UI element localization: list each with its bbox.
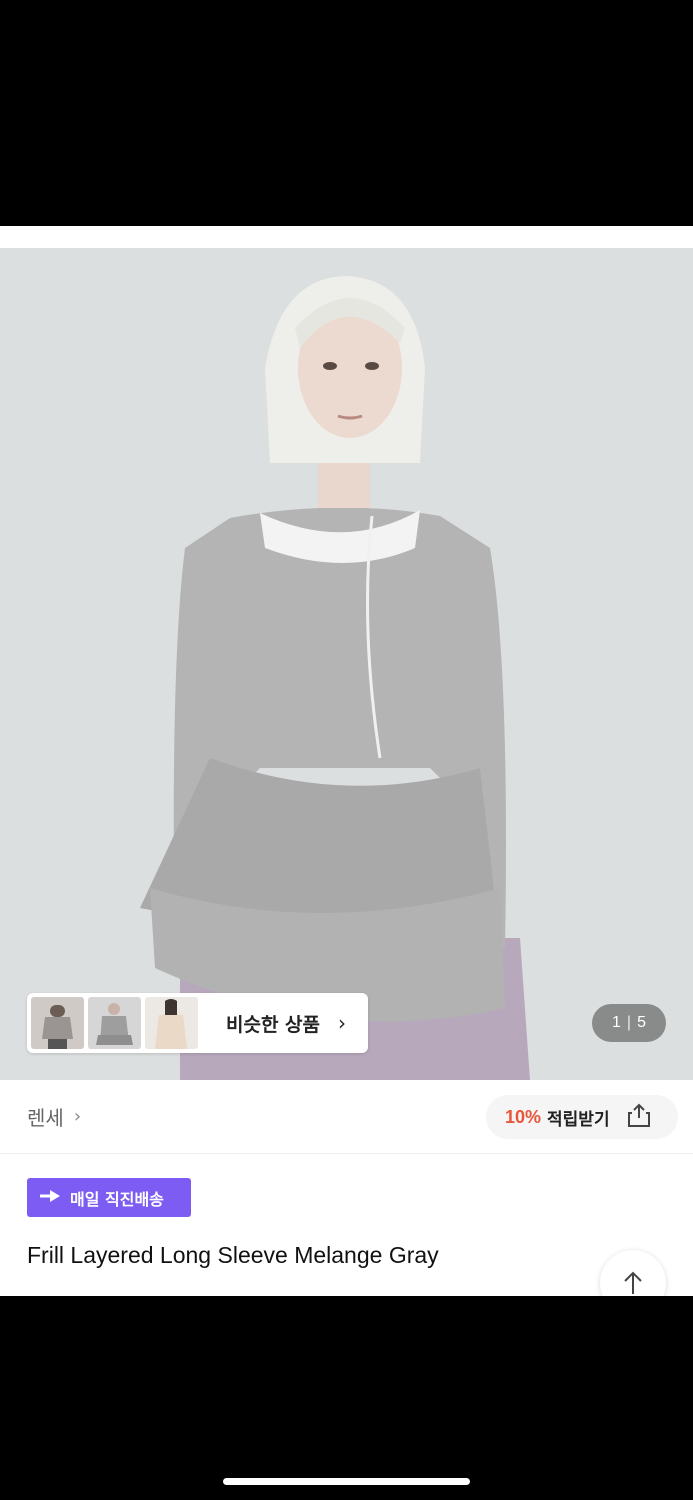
section-divider <box>0 1153 693 1154</box>
current-image-index: 1 <box>612 1014 621 1031</box>
arrow-badge-icon <box>38 1188 64 1208</box>
product-title: Frill Layered Long Sleeve Melange Gray <box>27 1242 439 1268</box>
total-image-count: 5 <box>637 1014 646 1031</box>
bottom-letterbox <box>0 1296 693 1500</box>
similar-thumbnail <box>88 997 141 1049</box>
delivery-badge: 매일 직진배송 <box>27 1178 191 1217</box>
image-counter: 1 | 5 <box>592 1004 666 1042</box>
similar-thumbnail <box>31 997 84 1049</box>
brand-name: 렌세 <box>27 1106 64 1130</box>
similar-products-label: 비슷한 상품 <box>226 1013 321 1036</box>
header-strip <box>0 226 693 248</box>
chevron-right-icon: › <box>338 1011 347 1035</box>
reward-button[interactable]: 10% 적립받기 <box>486 1095 678 1139</box>
share-icon[interactable] <box>626 1102 652 1132</box>
top-letterbox <box>0 0 693 226</box>
product-info-section: 렌세 › 10% 적립받기 매일 직진배송 Frill Layered Long… <box>0 1080 693 1296</box>
similar-products-button[interactable]: 비슷한 상품 › <box>27 993 368 1053</box>
reward-percent: 10% <box>505 1106 542 1127</box>
home-indicator[interactable] <box>223 1478 470 1485</box>
counter-separator: | <box>626 1014 632 1031</box>
chevron-right-icon: › <box>73 1106 82 1127</box>
reward-label: 적립받기 <box>547 1109 610 1130</box>
brand-link[interactable]: 렌세 › <box>27 1102 81 1131</box>
similar-thumbnail <box>145 997 198 1049</box>
delivery-label: 매일 직진배송 <box>70 1189 164 1209</box>
product-photo-illustration <box>0 248 693 1080</box>
product-image[interactable] <box>0 248 693 1080</box>
